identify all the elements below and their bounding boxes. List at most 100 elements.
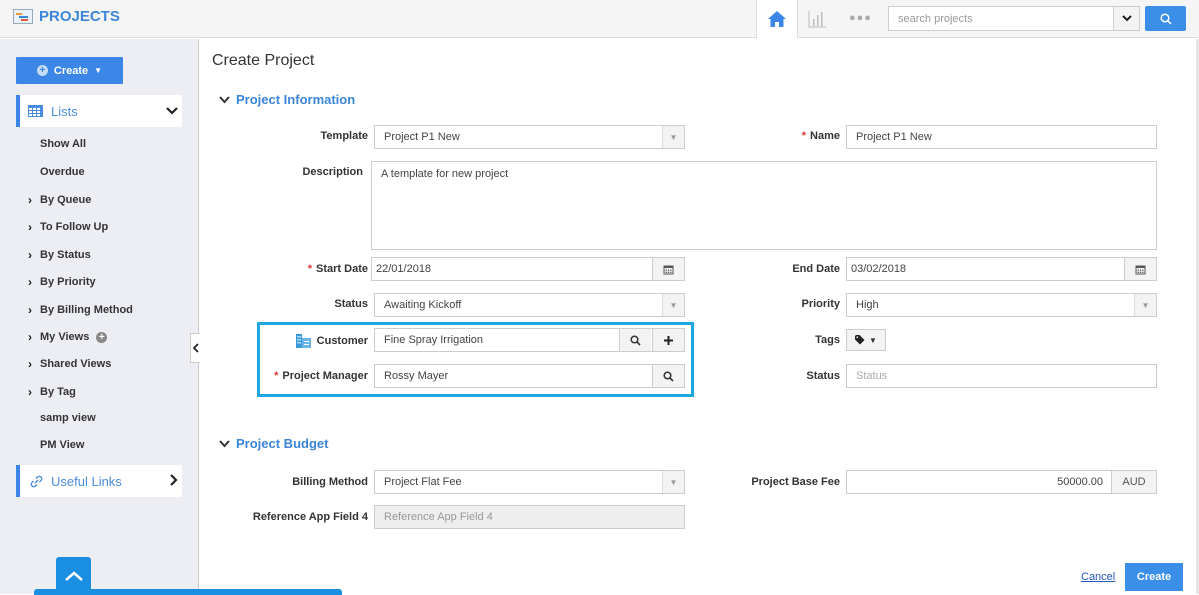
name-input[interactable]: Project P1 New xyxy=(846,125,1157,149)
description-textarea[interactable]: A template for new project xyxy=(371,161,1157,250)
section-project-budget[interactable]: Project Budget xyxy=(219,436,328,451)
customer-value: Fine Spray Irrigation xyxy=(384,334,484,346)
top-bar: PROJECTS ●●● xyxy=(0,0,1199,38)
customer-search-button[interactable] xyxy=(619,329,651,351)
nav-label: By Queue xyxy=(40,194,92,206)
ref-field-4-placeholder: Reference App Field 4 xyxy=(384,511,493,523)
billing-method-value: Project Flat Fee xyxy=(384,476,462,488)
link-icon xyxy=(30,475,43,487)
chevron-right-icon: › xyxy=(28,330,32,344)
search-input[interactable] xyxy=(889,7,1113,30)
start-date-label-text: Start Date xyxy=(316,263,368,275)
nav-by-status[interactable]: › By Status xyxy=(28,248,91,262)
status-select[interactable]: Awaiting Kickoff ▼ xyxy=(374,293,685,317)
home-button[interactable] xyxy=(756,0,798,38)
customer-label-text: Customer xyxy=(316,334,368,347)
nav-label: By Tag xyxy=(40,386,76,398)
end-date-value: 03/02/2018 xyxy=(851,263,907,275)
collapse-sidebar-button[interactable] xyxy=(190,333,200,363)
caret-down-icon: ▼ xyxy=(662,126,684,148)
priority-select[interactable]: High ▼ xyxy=(846,293,1157,317)
currency-addon: AUD xyxy=(1111,471,1156,493)
project-manager-search-button[interactable] xyxy=(652,365,684,387)
section-project-information[interactable]: Project Information xyxy=(219,92,355,107)
caret-down-icon: ▼ xyxy=(94,66,103,75)
nav-overdue[interactable]: Overdue xyxy=(40,166,85,178)
search-icon xyxy=(1159,12,1172,25)
nav-label: Shared Views xyxy=(40,358,112,370)
status2-placeholder: Status xyxy=(856,370,888,382)
project-manager-input[interactable]: Rossy Mayer xyxy=(374,364,685,388)
nav-to-follow-up[interactable]: › To Follow Up xyxy=(28,220,108,234)
chevron-right-icon xyxy=(170,473,178,489)
chart-icon xyxy=(808,11,826,28)
end-date-input[interactable]: 03/02/2018 xyxy=(846,257,1157,281)
caret-down-icon: ▼ xyxy=(869,335,877,345)
calendar-grid-icon xyxy=(28,105,43,117)
page-title: Create Project xyxy=(212,52,315,69)
section-title: Project Information xyxy=(236,92,356,107)
cancel-link[interactable]: Cancel xyxy=(1081,571,1115,583)
nav-pm-view[interactable]: PM View xyxy=(40,439,84,451)
home-icon xyxy=(768,11,786,27)
caret-down-icon: ▼ xyxy=(1134,294,1156,316)
search-icon xyxy=(663,370,674,382)
nav-by-tag[interactable]: › By Tag xyxy=(28,385,76,399)
nav-samp-view[interactable]: samp view xyxy=(40,412,96,424)
required-marker: * xyxy=(307,263,313,275)
create-menu-button[interactable]: + Create ▼ xyxy=(16,57,123,84)
name-label: * Name xyxy=(802,130,840,142)
more-icon[interactable]: ●●● xyxy=(849,12,872,24)
search-box xyxy=(888,6,1140,31)
nav-show-all[interactable]: Show All xyxy=(40,138,86,150)
nav-by-queue[interactable]: › By Queue xyxy=(28,193,91,207)
tag-icon xyxy=(855,335,865,345)
template-value: Project P1 New xyxy=(384,131,460,143)
customer-input[interactable]: Fine Spray Irrigation xyxy=(374,328,685,352)
nav-shared-views[interactable]: › Shared Views xyxy=(28,357,111,371)
create-project-form: Create Project Project Information Templ… xyxy=(200,39,1199,594)
project-manager-value: Rossy Mayer xyxy=(384,370,449,382)
plus-circle-icon: + xyxy=(36,65,48,76)
app-brand[interactable]: PROJECTS xyxy=(13,8,120,25)
nav-label: To Follow Up xyxy=(40,221,109,233)
base-fee-input[interactable]: 50000.00 AUD xyxy=(846,470,1157,494)
search-dropdown-button[interactable] xyxy=(1113,7,1139,30)
lists-label: Lists xyxy=(51,103,78,119)
chevron-right-icon: › xyxy=(28,220,32,234)
billing-method-label: Billing Method xyxy=(292,476,368,488)
create-button[interactable]: Create xyxy=(1125,563,1183,591)
lists-panel-header[interactable]: Lists xyxy=(16,95,182,127)
billing-method-select[interactable]: Project Flat Fee ▼ xyxy=(374,470,685,494)
section-title: Project Budget xyxy=(236,436,329,451)
search-button[interactable] xyxy=(1145,6,1186,31)
chevron-down-icon xyxy=(166,104,178,118)
start-date-input[interactable]: 22/01/2018 xyxy=(371,257,685,281)
nav-label: By Status xyxy=(40,249,91,261)
nav-by-billing-method[interactable]: › By Billing Method xyxy=(28,303,133,317)
nav-my-views[interactable]: › My Views + xyxy=(28,330,108,344)
nav-by-priority[interactable]: › By Priority xyxy=(28,275,96,289)
calendar-icon[interactable] xyxy=(1124,258,1156,280)
chevron-down-icon xyxy=(219,93,230,107)
template-label: Template xyxy=(320,130,368,142)
required-marker: * xyxy=(801,130,807,142)
nav-label: By Billing Method xyxy=(40,304,133,316)
template-select[interactable]: Project P1 New ▼ xyxy=(374,125,685,149)
name-value: Project P1 New xyxy=(856,131,932,143)
chevron-right-icon: › xyxy=(28,303,32,317)
start-date-label: * Start Date xyxy=(308,263,368,275)
reports-button[interactable] xyxy=(806,8,828,30)
building-icon xyxy=(295,334,311,348)
nav-label: By Priority xyxy=(40,276,96,288)
required-marker: * xyxy=(274,370,279,382)
nav-label: Show All xyxy=(40,138,87,150)
calendar-icon[interactable] xyxy=(652,258,684,280)
useful-links-panel-header[interactable]: Useful Links xyxy=(16,465,182,497)
status2-input[interactable]: Status xyxy=(846,364,1157,388)
customer-add-button[interactable] xyxy=(652,329,684,351)
add-view-icon[interactable]: + xyxy=(96,331,108,343)
end-date-label: End Date xyxy=(792,263,840,275)
status-value: Awaiting Kickoff xyxy=(384,299,462,311)
tags-dropdown-button[interactable]: ▼ xyxy=(846,329,886,351)
